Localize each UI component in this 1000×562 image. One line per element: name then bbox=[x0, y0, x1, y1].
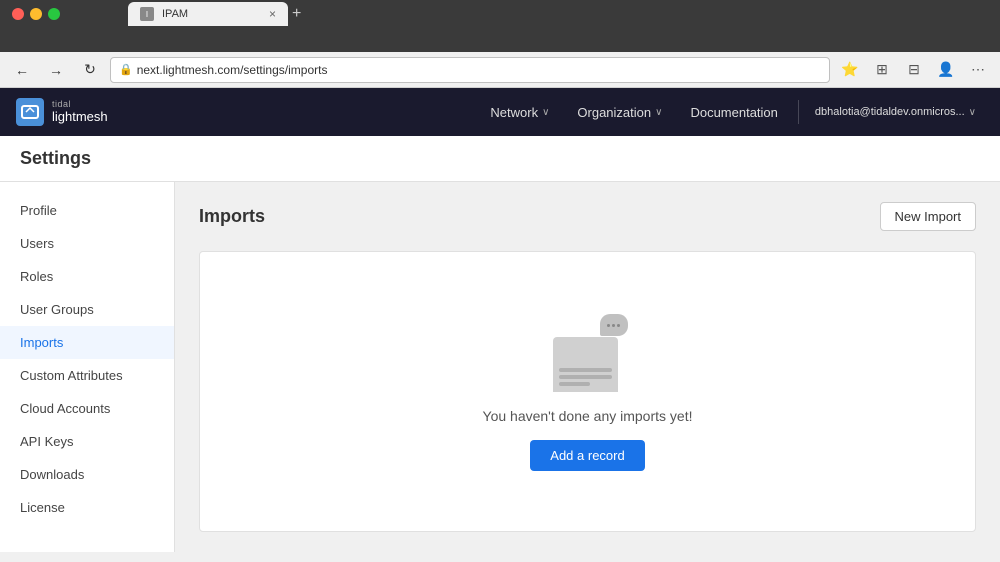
reader-view-button[interactable]: ⊞ bbox=[868, 56, 896, 84]
settings-title: Settings bbox=[20, 148, 91, 168]
bubble-dot-3 bbox=[617, 324, 620, 327]
address-bar[interactable]: 🔒 next.lightmesh.com/settings/imports bbox=[110, 57, 830, 83]
sidebar: Profile Users Roles User Groups Imports … bbox=[0, 182, 175, 552]
add-record-button[interactable]: Add a record bbox=[530, 440, 644, 471]
logo-svg bbox=[20, 102, 40, 122]
main-header: Imports New Import bbox=[199, 202, 976, 231]
nav-network-chevron: ∨ bbox=[542, 107, 549, 118]
browser-toolbar: ← → ↻ 🔒 next.lightmesh.com/settings/impo… bbox=[0, 52, 1000, 88]
page-title: Imports bbox=[199, 206, 265, 227]
logo-icon bbox=[16, 98, 44, 126]
nav-item-documentation[interactable]: Documentation bbox=[678, 99, 789, 126]
lock-icon: 🔒 bbox=[119, 63, 133, 76]
logo-product: lightmesh bbox=[52, 110, 108, 124]
close-window-button[interactable] bbox=[12, 8, 24, 20]
new-tab-button[interactable]: + bbox=[288, 5, 305, 23]
document-icon bbox=[553, 337, 618, 392]
toolbar-icons: ⭐ ⊞ ⊟ 👤 ⋯ bbox=[836, 56, 992, 84]
sidebar-item-license[interactable]: License bbox=[0, 491, 174, 524]
bubble-dot-2 bbox=[612, 324, 615, 327]
bubble-dot-1 bbox=[607, 324, 610, 327]
minimize-window-button[interactable] bbox=[30, 8, 42, 20]
nav-user-label: dbhalotia@tidaldev.onmicros... bbox=[815, 106, 965, 118]
page-row: Profile Users Roles User Groups Imports … bbox=[0, 182, 1000, 552]
tab-title: IPAM bbox=[162, 8, 188, 20]
nav-item-organization[interactable]: Organization ∨ bbox=[565, 99, 674, 126]
app-body: tidal lightmesh Network ∨ Organization ∨… bbox=[0, 88, 1000, 552]
sidebar-toggle-button[interactable]: ⊟ bbox=[900, 56, 928, 84]
nav-network-label: Network bbox=[490, 105, 538, 120]
doc-line-2 bbox=[559, 375, 612, 379]
profile-button[interactable]: 👤 bbox=[932, 56, 960, 84]
nav-user-chevron: ∨ bbox=[969, 107, 976, 118]
url-text: next.lightmesh.com/settings/imports bbox=[137, 63, 328, 77]
nav-user[interactable]: dbhalotia@tidaldev.onmicros... ∨ bbox=[807, 102, 984, 122]
nav-divider bbox=[798, 100, 799, 124]
empty-message: You haven't done any imports yet! bbox=[483, 408, 693, 424]
browser-tab[interactable]: I IPAM × bbox=[128, 2, 288, 26]
sidebar-item-api-keys[interactable]: API Keys bbox=[0, 425, 174, 458]
empty-icon bbox=[548, 312, 628, 392]
sidebar-item-users[interactable]: Users bbox=[0, 227, 174, 260]
browser-chrome: I IPAM × + bbox=[0, 0, 1000, 52]
forward-button[interactable]: → bbox=[42, 56, 70, 84]
tab-favicon: I bbox=[140, 7, 154, 21]
tab-close-button[interactable]: × bbox=[269, 7, 276, 21]
empty-state: You haven't done any imports yet! Add a … bbox=[199, 251, 976, 532]
sidebar-item-profile[interactable]: Profile bbox=[0, 194, 174, 227]
maximize-window-button[interactable] bbox=[48, 8, 60, 20]
sidebar-item-imports[interactable]: Imports bbox=[0, 326, 174, 359]
sidebar-item-downloads[interactable]: Downloads bbox=[0, 458, 174, 491]
sidebar-item-custom-attributes[interactable]: Custom Attributes bbox=[0, 359, 174, 392]
nav-organization-chevron: ∨ bbox=[655, 107, 662, 118]
bubble-icon bbox=[600, 314, 628, 336]
sidebar-item-roles[interactable]: Roles bbox=[0, 260, 174, 293]
titlebar: I IPAM × + bbox=[0, 0, 1000, 28]
new-import-button[interactable]: New Import bbox=[880, 202, 976, 231]
sidebar-item-cloud-accounts[interactable]: Cloud Accounts bbox=[0, 392, 174, 425]
document-lines bbox=[553, 362, 618, 392]
logo-text: tidal lightmesh bbox=[52, 100, 108, 124]
settings-header: Settings bbox=[0, 136, 1000, 182]
menu-button[interactable]: ⋯ bbox=[964, 56, 992, 84]
main-content: Imports New Import bbox=[175, 182, 1000, 552]
nav-documentation-label: Documentation bbox=[690, 105, 777, 120]
doc-line-3 bbox=[559, 382, 591, 386]
reload-button[interactable]: ↻ bbox=[76, 56, 104, 84]
app-logo: tidal lightmesh bbox=[16, 98, 108, 126]
nav-item-network[interactable]: Network ∨ bbox=[478, 99, 561, 126]
doc-line-1 bbox=[559, 368, 612, 372]
nav-organization-label: Organization bbox=[577, 105, 651, 120]
back-button[interactable]: ← bbox=[8, 56, 36, 84]
app-nav: Network ∨ Organization ∨ Documentation d… bbox=[478, 99, 984, 126]
traffic-lights bbox=[12, 8, 60, 20]
app-header: tidal lightmesh Network ∨ Organization ∨… bbox=[0, 88, 1000, 136]
sidebar-item-user-groups[interactable]: User Groups bbox=[0, 293, 174, 326]
bookmark-button[interactable]: ⭐ bbox=[836, 56, 864, 84]
